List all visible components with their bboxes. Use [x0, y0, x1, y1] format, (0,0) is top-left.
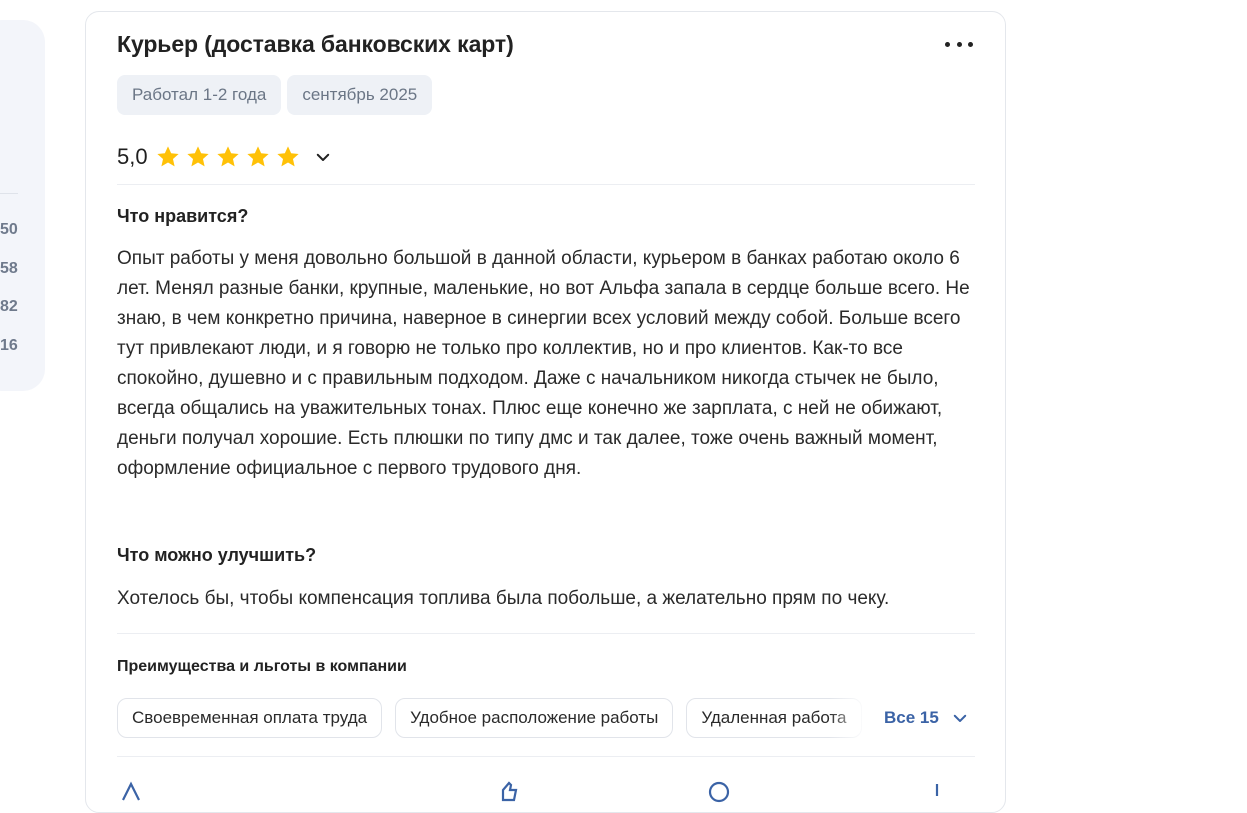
likes-text: Опыт работы у меня довольно большой в да… — [117, 248, 970, 479]
benefits-row: Своевременная оплата труда Удобное распо… — [117, 698, 975, 738]
benefit-chip: Удобное расположение работы — [395, 698, 674, 738]
more-options-button[interactable] — [945, 34, 973, 54]
thumb-icon[interactable] — [497, 780, 521, 804]
sidebar-count: 50 — [0, 221, 18, 238]
dot-icon — [968, 41, 973, 47]
benefit-chip: Своевременная оплата труда — [117, 698, 383, 738]
chips-fade — [829, 698, 869, 738]
divider — [117, 756, 975, 757]
benefits-heading: Преимущества и льготы в компании — [117, 658, 407, 675]
expand-rating-chevron-icon[interactable] — [314, 148, 332, 166]
sidebar-card — [0, 20, 45, 391]
star-icon — [245, 144, 271, 170]
sidebar-count: 16 — [0, 337, 18, 354]
sidebar-divider — [0, 193, 18, 194]
likes-heading: Что нравится? — [117, 206, 249, 226]
like-icon[interactable] — [119, 780, 143, 804]
improve-heading: Что можно улучшить? — [117, 545, 317, 565]
improve-text: Хотелось бы, чтобы компенсация топлива б… — [117, 588, 890, 609]
divider — [117, 633, 975, 634]
share-icon[interactable] — [925, 780, 949, 804]
review-actions — [117, 780, 975, 803]
show-all-label: Все 15 — [884, 708, 939, 727]
star-icon — [215, 144, 241, 170]
date-tag: сентябрь 2025 — [287, 75, 433, 115]
divider — [117, 184, 975, 185]
review-card: Курьер (доставка банковских карт) Работа… — [85, 11, 1006, 813]
chevron-down-icon — [953, 714, 967, 722]
dot-icon — [945, 41, 950, 47]
rating-value: 5,0 — [117, 144, 148, 169]
review-title: Курьер (доставка банковских карт) — [117, 31, 514, 57]
rating-stars — [155, 144, 301, 170]
sidebar-count: 82 — [0, 298, 18, 315]
benefit-chips: Своевременная оплата труда Удобное распо… — [117, 698, 869, 738]
star-icon — [275, 144, 301, 170]
star-icon — [155, 144, 181, 170]
experience-tag: Работал 1-2 года — [117, 75, 282, 115]
star-icon — [185, 144, 211, 170]
dot-icon — [956, 41, 962, 47]
review-tags: Работал 1-2 года сентябрь 2025 — [117, 75, 433, 115]
show-all-benefits-button[interactable]: Все 15 — [884, 708, 969, 728]
rating-row: 5,0 — [117, 144, 332, 170]
help-circle-icon[interactable] — [707, 780, 731, 804]
sidebar-count: 58 — [0, 260, 18, 277]
